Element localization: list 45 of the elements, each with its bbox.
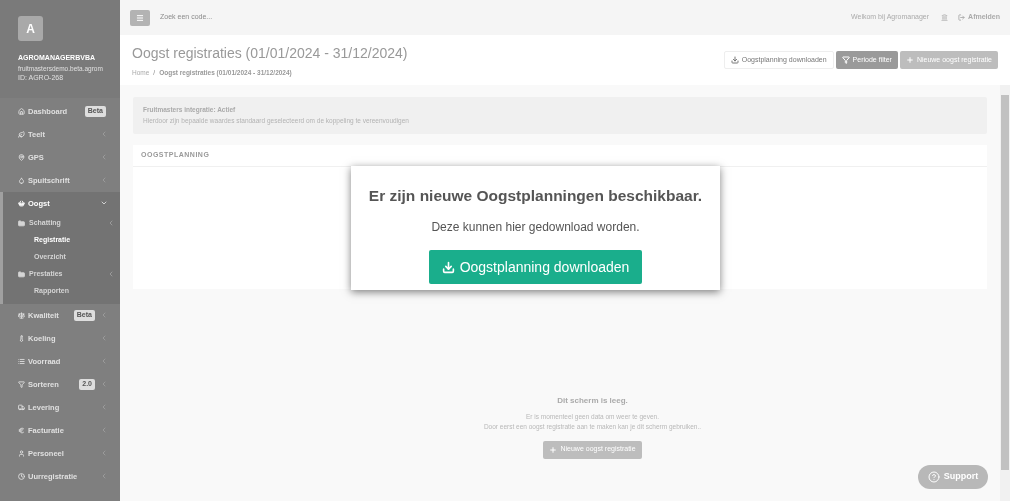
download-icon xyxy=(730,56,739,64)
basket-icon xyxy=(18,199,25,207)
chevron-left-icon xyxy=(107,270,115,279)
menu-button[interactable] xyxy=(130,9,150,26)
chevron-left-icon xyxy=(100,334,108,343)
folder-icon xyxy=(18,270,25,278)
help-icon xyxy=(927,471,940,483)
menu-icon xyxy=(136,13,144,22)
euro-icon xyxy=(18,426,25,434)
clock-icon xyxy=(18,472,25,480)
chevron-left-icon xyxy=(100,176,108,185)
building-icon[interactable] xyxy=(941,14,949,21)
empty-title: Dit scherm is leeg. xyxy=(557,394,628,407)
support-button[interactable]: Support xyxy=(918,465,988,489)
plus-icon xyxy=(905,56,914,64)
home-icon xyxy=(18,107,25,115)
filter-icon xyxy=(18,380,25,388)
filter-icon xyxy=(841,56,850,64)
truck-icon xyxy=(18,403,25,411)
scale-icon xyxy=(18,311,25,319)
download-icon xyxy=(441,260,455,274)
chevron-left-icon xyxy=(100,380,108,389)
map-pin-icon xyxy=(18,153,25,161)
chevron-left-icon xyxy=(100,426,108,435)
chevron-left-icon xyxy=(107,219,115,228)
thermometer-icon xyxy=(18,334,25,342)
leaf-icon xyxy=(18,130,25,138)
chevron-left-icon xyxy=(100,311,108,320)
folder-icon xyxy=(18,219,25,227)
droplet-icon xyxy=(18,176,25,184)
chevron-left-icon xyxy=(100,357,108,366)
user-icon xyxy=(18,449,25,457)
page-title: Oogst registraties (01/01/2024 - 31/12/2024) xyxy=(132,43,409,63)
chevron-left-icon xyxy=(100,403,108,412)
logout-icon xyxy=(958,14,966,21)
modal-text: Deze kunnen hier gedownload worden. xyxy=(431,219,640,237)
avatar: A xyxy=(18,16,43,41)
plus-icon xyxy=(549,445,558,454)
list-icon xyxy=(18,357,25,365)
chevron-left-icon xyxy=(100,449,108,458)
chevron-left-icon xyxy=(100,153,108,162)
modal-title: Er zijn nieuwe Oogstplanningen beschikbaar. xyxy=(368,186,703,206)
chevron-left-icon xyxy=(100,130,108,139)
download-button[interactable]: Oogstplanning downloaden xyxy=(428,250,643,285)
chevron-left-icon xyxy=(100,472,108,481)
